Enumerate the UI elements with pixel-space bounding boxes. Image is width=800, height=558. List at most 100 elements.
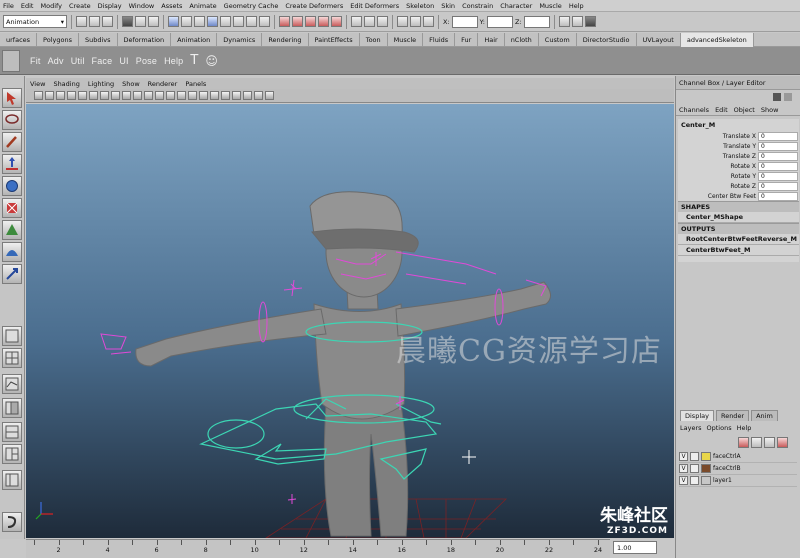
shelf-tab-custom[interactable]: Custom xyxy=(539,32,577,47)
shelf-tab-animation[interactable]: Animation xyxy=(171,32,218,47)
options-menu[interactable]: Options xyxy=(707,424,732,432)
render-frame-icon[interactable] xyxy=(397,16,408,27)
layout-three-icon[interactable] xyxy=(2,444,22,464)
pick-curves-icon[interactable] xyxy=(207,16,218,27)
shelf-tab-fluids[interactable]: Fluids xyxy=(423,32,456,47)
safe-action-icon[interactable] xyxy=(144,91,153,100)
menu-edit[interactable]: Edit xyxy=(21,2,34,10)
layer-row[interactable]: VfaceCtrlA xyxy=(679,451,797,463)
layer-row[interactable]: Vlayer1 xyxy=(679,475,797,487)
layer-row[interactable]: VfaceCtrlB xyxy=(679,463,797,475)
menu-muscle[interactable]: Muscle xyxy=(539,2,562,10)
ipr-render-icon[interactable] xyxy=(410,16,421,27)
shelf-tab-surfaces[interactable]: urfaces xyxy=(0,32,38,47)
snap-plane-icon[interactable] xyxy=(318,16,329,27)
tab-render[interactable]: Render xyxy=(715,410,750,421)
layout-single-icon[interactable] xyxy=(2,326,22,346)
menu-assets[interactable]: Assets xyxy=(161,2,182,10)
layout-four-icon[interactable] xyxy=(2,348,22,368)
gate-mask-icon[interactable] xyxy=(122,91,131,100)
channel-box-icon[interactable] xyxy=(584,16,596,27)
snap-point-icon[interactable] xyxy=(305,16,316,27)
node-name[interactable]: Center_M xyxy=(678,119,799,131)
shelf-tab-fur[interactable]: Fur xyxy=(455,32,479,47)
shelf-tab-deformation[interactable]: Deformation xyxy=(118,32,172,47)
lasso-tool-icon[interactable] xyxy=(2,110,22,130)
scale-tool-icon[interactable] xyxy=(2,198,22,218)
xray-icon[interactable] xyxy=(199,91,208,100)
save-scene-icon[interactable] xyxy=(102,16,113,27)
panel-menu-show[interactable]: Show xyxy=(122,80,140,88)
layer-type-toggle[interactable] xyxy=(690,464,699,473)
menu-create-deformers[interactable]: Create Deformers xyxy=(285,2,343,10)
output-node[interactable]: RootCenterBtwFeetReverse_M xyxy=(678,234,799,245)
camera-attributes-icon[interactable] xyxy=(34,91,43,100)
layout-graph-icon[interactable] xyxy=(2,374,22,394)
coord-y-field[interactable] xyxy=(486,15,513,28)
help-menu[interactable]: Help xyxy=(737,424,752,432)
menu-constrain[interactable]: Constrain xyxy=(462,2,493,10)
shelf-button-help[interactable]: Help xyxy=(164,56,183,66)
menu-display[interactable]: Display xyxy=(98,2,122,10)
layout-hypershade-icon[interactable] xyxy=(2,422,22,442)
open-scene-icon[interactable] xyxy=(89,16,100,27)
shelf-button-fit[interactable]: Fit xyxy=(30,56,41,66)
select-component-icon[interactable] xyxy=(148,16,159,27)
layer-type-toggle[interactable] xyxy=(690,452,699,461)
panel-menu-panels[interactable]: Panels xyxy=(185,80,206,88)
show-menu[interactable]: Show xyxy=(761,106,779,114)
shelf-tab-toon[interactable]: Toon xyxy=(360,32,388,47)
menu-modify[interactable]: Modify xyxy=(40,2,62,10)
menu-geometry-cache[interactable]: Geometry Cache xyxy=(224,2,279,10)
shelf-tab-ncloth[interactable]: nCloth xyxy=(505,32,539,47)
attribute-row[interactable]: Rotate X0 xyxy=(678,161,799,171)
layer-visibility-toggle[interactable]: V xyxy=(679,464,688,473)
pick-rendering-icon[interactable] xyxy=(259,16,270,27)
output-node[interactable]: CenterBtwFeet_M xyxy=(678,245,799,256)
wireframe-icon[interactable] xyxy=(166,91,175,100)
attribute-value[interactable]: 0 xyxy=(758,191,798,201)
menu-file[interactable]: File xyxy=(3,2,14,10)
shelf-tab-advancedskeleton[interactable]: advancedSkeleton xyxy=(680,32,754,47)
inputs-icon[interactable] xyxy=(364,16,375,27)
soft-mod-icon[interactable] xyxy=(2,242,22,262)
attribute-row[interactable]: Translate Z0 xyxy=(678,151,799,161)
toggle-panel-icon[interactable] xyxy=(784,93,792,101)
panel-menu-lighting[interactable]: Lighting xyxy=(88,80,114,88)
new-scene-icon[interactable] xyxy=(76,16,87,27)
rotate-tool-icon[interactable] xyxy=(2,176,22,196)
attribute-value[interactable]: 0 xyxy=(758,151,798,161)
snap-curve-icon[interactable] xyxy=(292,16,303,27)
pick-deformations-icon[interactable] xyxy=(233,16,244,27)
attribute-row[interactable]: Translate X0 xyxy=(678,131,799,141)
select-object-icon[interactable] xyxy=(135,16,146,27)
layout-custom-icon[interactable] xyxy=(2,470,22,490)
edit-menu[interactable]: Edit xyxy=(715,106,728,114)
layer-up-icon[interactable] xyxy=(764,437,775,448)
shelf-tab-rendering[interactable]: Rendering xyxy=(262,32,309,47)
wireframe-on-shaded-icon[interactable] xyxy=(188,91,197,100)
attribute-row[interactable]: Rotate Y0 xyxy=(678,171,799,181)
character-face-icon[interactable]: ☺ xyxy=(205,54,218,68)
shelf-button-ui[interactable]: UI xyxy=(119,56,128,66)
key-icon[interactable] xyxy=(773,93,781,101)
attribute-value[interactable]: 0 xyxy=(758,131,798,141)
time-slider[interactable]: 2 4 6 8 10 12 14 16 18 20 22 24 xyxy=(26,539,610,558)
shelf-button-face[interactable]: Face xyxy=(92,56,113,66)
layer-color-swatch[interactable] xyxy=(701,464,711,473)
film-gate-icon[interactable] xyxy=(100,91,109,100)
shelf-tab-muscle[interactable]: Muscle xyxy=(388,32,424,47)
menu-help[interactable]: Help xyxy=(569,2,584,10)
shelf-tab-uvlayout[interactable]: UVLayout xyxy=(637,32,681,47)
attribute-value[interactable]: 0 xyxy=(758,171,798,181)
history-icon[interactable] xyxy=(351,16,362,27)
new-layer-icon[interactable] xyxy=(738,437,749,448)
grease-pencil-icon[interactable] xyxy=(78,91,87,100)
select-hierarchy-icon[interactable] xyxy=(122,16,133,27)
coord-x-field[interactable] xyxy=(451,15,478,28)
shelf-tab-painteffects[interactable]: PaintEffects xyxy=(309,32,360,47)
textured-icon[interactable] xyxy=(221,91,230,100)
render-settings-icon[interactable] xyxy=(423,16,434,27)
shelf-button-pose[interactable]: Pose xyxy=(136,56,157,66)
panel-menu-renderer[interactable]: Renderer xyxy=(148,80,178,88)
